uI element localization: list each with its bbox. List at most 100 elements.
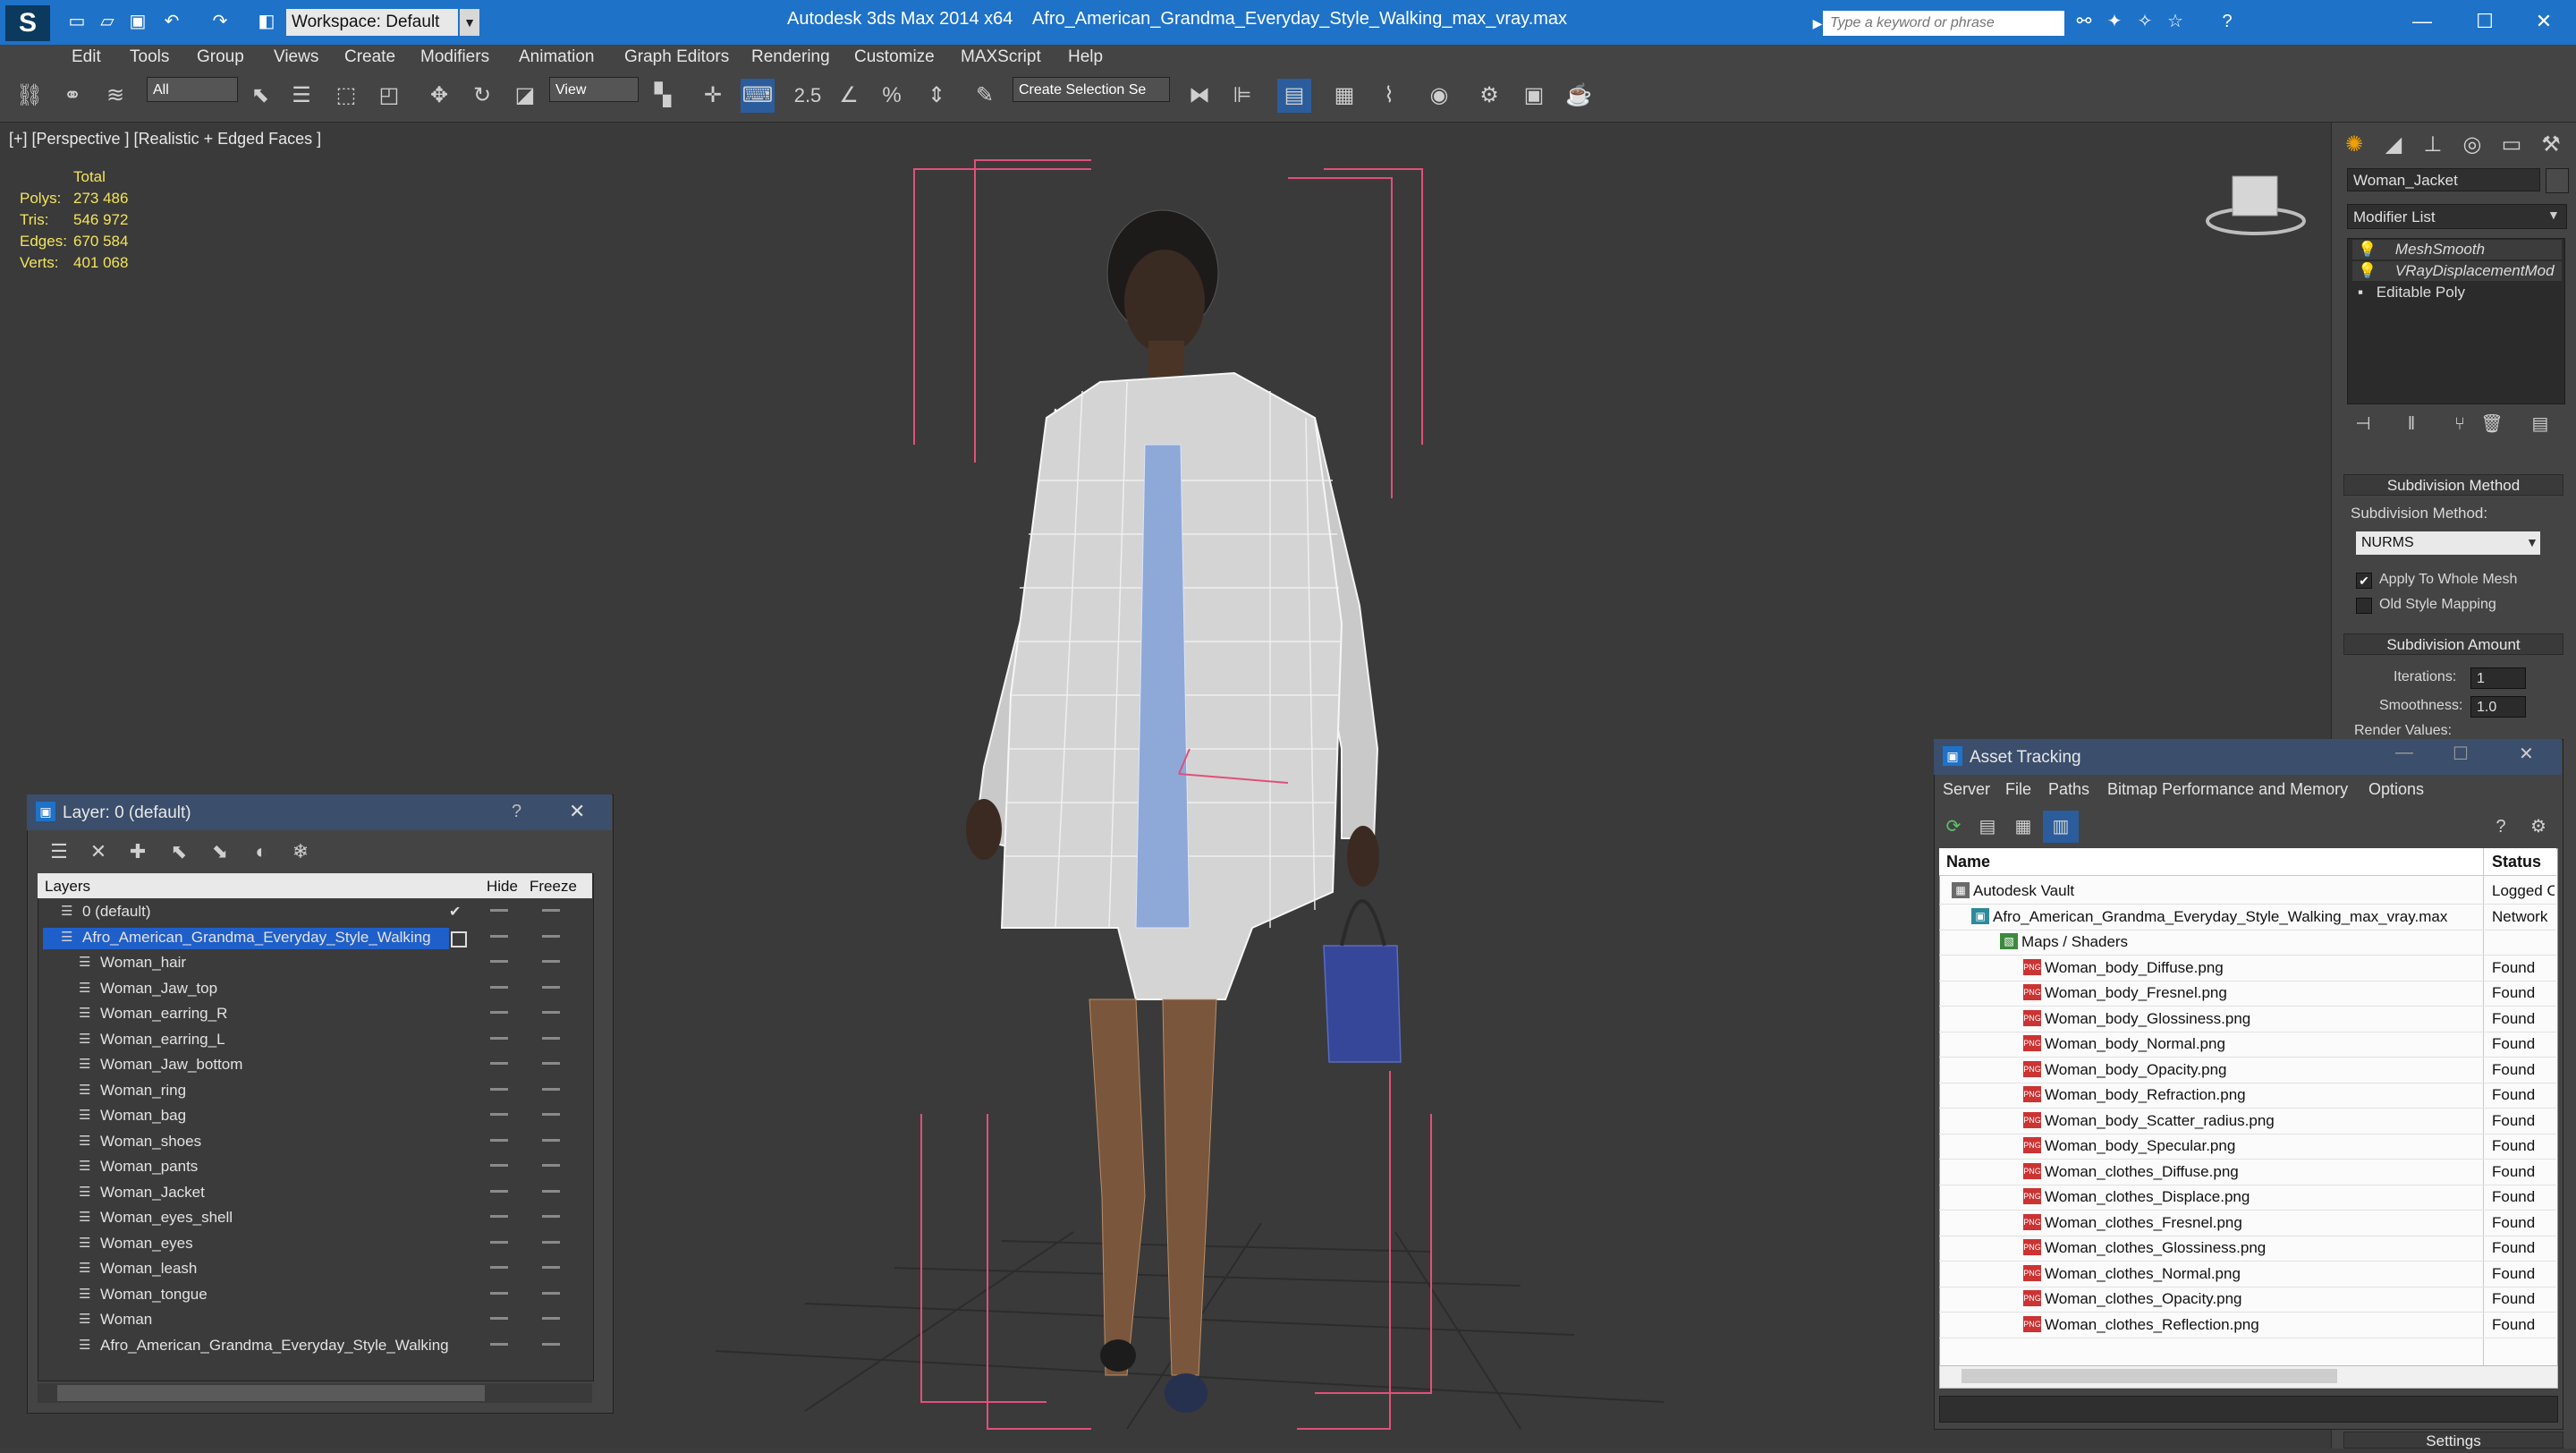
asset-row[interactable]: ▦ Autodesk Vault Logged O: [1939, 879, 2556, 905]
refresh-icon[interactable]: ⟳: [1936, 811, 1971, 843]
subdivision-method-dropdown[interactable]: NURMS: [2356, 531, 2540, 555]
stack-item-vraydisplacement[interactable]: 💡 VRayDisplacementMod: [2352, 261, 2562, 281]
stack-item-editable-poly[interactable]: ▪ Editable Poly: [2352, 283, 2562, 302]
keyboard-shortcut-override-icon[interactable]: ⌨: [741, 79, 775, 113]
settings-rollout[interactable]: Settings: [2343, 1432, 2563, 1449]
asset-menu-server[interactable]: Server: [1943, 780, 1990, 799]
layer-freeze-toggle[interactable]: ▬▬: [542, 1262, 560, 1271]
chevron-down-icon[interactable]: ▼: [2526, 535, 2538, 549]
selection-filter-dropdown[interactable]: All: [147, 77, 238, 102]
layer-hide-toggle[interactable]: ▬▬: [490, 1032, 508, 1042]
select-manipulate-icon[interactable]: ✛: [696, 79, 730, 113]
set-current-layer-box[interactable]: [451, 930, 467, 947]
column-header-hide[interactable]: Hide: [487, 878, 518, 896]
asset-row[interactable]: PNG Woman_clothes_Glossiness.png Found: [1939, 1236, 2556, 1262]
layer-row[interactable]: ☰ Woman_shoes ▬▬ ▬▬: [38, 1130, 592, 1155]
chevron-down-icon[interactable]: ▼: [2547, 208, 2560, 222]
show-end-result-icon[interactable]: ‖: [2394, 408, 2429, 440]
column-header-name[interactable]: Name: [1946, 853, 1990, 871]
table-view-icon[interactable]: ▥: [2043, 811, 2079, 843]
layer-freeze-toggle[interactable]: ▬▬: [542, 981, 560, 991]
layer-freeze-toggle[interactable]: ▬▬: [542, 956, 560, 965]
layer-hide-toggle[interactable]: ▬▬: [490, 1313, 508, 1322]
hierarchy-tab-icon[interactable]: ⊥: [2415, 129, 2451, 161]
reference-coordinate-dropdown[interactable]: View: [549, 77, 639, 102]
menu-create[interactable]: Create: [344, 47, 395, 67]
smoothness-spinner[interactable]: 1.0: [2470, 696, 2526, 718]
layer-row[interactable]: ☰ Woman_Jaw_bottom ▬▬ ▬▬: [38, 1053, 592, 1078]
workspace-dropdown[interactable]: Workspace: Default: [286, 9, 458, 36]
stack-item-meshsmooth[interactable]: 💡 MeshSmooth: [2352, 240, 2562, 259]
render-setup-icon[interactable]: ⚙: [1472, 79, 1506, 113]
menu-group[interactable]: Group: [197, 47, 244, 67]
selection-region-icon[interactable]: ⬚: [329, 79, 363, 113]
asset-menu-file[interactable]: File: [2005, 780, 2031, 799]
layer-row[interactable]: ☰ Woman_leash ▬▬ ▬▬: [38, 1257, 592, 1282]
maximize-icon[interactable]: ☐: [2453, 743, 2469, 765]
layer-row[interactable]: ☰ Woman_Jaw_top ▬▬ ▬▬: [38, 977, 592, 1002]
lightbulb-icon[interactable]: 💡: [2358, 262, 2377, 279]
old-style-mapping-checkbox[interactable]: [2356, 598, 2372, 614]
freeze-all-layers-icon[interactable]: ❄: [283, 836, 318, 868]
graphite-ribbon-icon[interactable]: ▦: [1327, 79, 1361, 113]
utilities-tab-icon[interactable]: ⚒: [2533, 129, 2569, 161]
column-header-status[interactable]: Status: [2492, 853, 2541, 871]
layer-hide-toggle[interactable]: ▬▬: [490, 905, 508, 914]
make-unique-icon[interactable]: ⑂: [2442, 408, 2478, 440]
layer-freeze-toggle[interactable]: ▬▬: [542, 1236, 560, 1246]
scrollbar-thumb[interactable]: [57, 1385, 485, 1401]
menu-rendering[interactable]: Rendering: [751, 47, 830, 67]
object-name-field[interactable]: Woman_Jacket: [2347, 168, 2540, 191]
layer-hide-toggle[interactable]: ▬▬: [490, 981, 508, 991]
create-layer-icon[interactable]: ☰: [41, 836, 77, 868]
named-selection-dropdown[interactable]: Create Selection Se: [1013, 77, 1170, 102]
layer-freeze-toggle[interactable]: ▬▬: [542, 1032, 560, 1042]
menu-maxscript[interactable]: MAXScript: [961, 47, 1041, 67]
layer-hide-toggle[interactable]: ▬▬: [490, 1083, 508, 1093]
asset-row[interactable]: PNG Woman_clothes_Opacity.png Found: [1939, 1287, 2556, 1313]
layer-freeze-toggle[interactable]: ▬▬: [542, 1109, 560, 1118]
render-production-icon[interactable]: ☕: [1562, 79, 1596, 113]
layer-hide-toggle[interactable]: ▬▬: [490, 1134, 508, 1144]
layer-hide-toggle[interactable]: ▬▬: [490, 1338, 508, 1348]
layer-freeze-toggle[interactable]: ▬▬: [542, 905, 560, 914]
asset-row[interactable]: PNG Woman_clothes_Displace.png Found: [1939, 1185, 2556, 1211]
layer-row[interactable]: ☰ Woman_bag ▬▬ ▬▬: [38, 1104, 592, 1129]
redo-icon[interactable]: ↷: [209, 11, 231, 32]
menu-customize[interactable]: Customize: [854, 47, 935, 67]
unlink-icon[interactable]: ⚭: [55, 79, 89, 113]
asset-row[interactable]: PNG Woman_clothes_Reflection.png Found: [1939, 1313, 2556, 1338]
snap-toggle-icon[interactable]: 2.5: [791, 79, 825, 113]
layer-row[interactable]: ☰ Woman_eyes_shell ▬▬ ▬▬: [38, 1206, 592, 1231]
layer-hide-toggle[interactable]: ▬▬: [490, 1236, 508, 1246]
undo-icon[interactable]: ↶: [161, 11, 182, 32]
delete-layer-icon[interactable]: ✕: [80, 836, 116, 868]
iterations-spinner[interactable]: 1: [2470, 667, 2526, 689]
lightbulb-icon[interactable]: 💡: [2358, 241, 2377, 258]
layer-row[interactable]: ☰ 0 (default) ✔ ▬▬ ▬▬: [38, 900, 592, 925]
close-icon[interactable]: ✕: [569, 800, 585, 823]
help-icon[interactable]: ?: [2483, 811, 2519, 843]
move-icon[interactable]: ✥: [422, 79, 456, 113]
layer-horizontal-scrollbar[interactable]: [38, 1383, 592, 1403]
small-icons-view-icon[interactable]: ▦: [2005, 811, 2041, 843]
asset-menu-options[interactable]: Options: [2368, 780, 2424, 799]
expand-icon[interactable]: ▪: [2358, 284, 2363, 301]
highlight-selected-layer-icon[interactable]: ⬊: [202, 836, 238, 868]
menu-tools[interactable]: Tools: [130, 47, 169, 67]
layer-hide-toggle[interactable]: ▬▬: [490, 1058, 508, 1067]
communication-center-icon[interactable]: ✦: [2104, 11, 2125, 32]
maximize-icon[interactable]: ☐: [2458, 4, 2512, 39]
binoculars-icon[interactable]: ⚯: [2073, 11, 2095, 32]
hide-all-layers-icon[interactable]: ◐: [243, 836, 279, 868]
menu-graph-editors[interactable]: Graph Editors: [624, 47, 729, 67]
edit-named-selection-icon[interactable]: ✎: [968, 79, 1002, 113]
asset-row[interactable]: ▣ Afro_American_Grandma_Everyday_Style_Wa…: [1939, 905, 2556, 930]
asset-horizontal-scrollbar[interactable]: [1939, 1365, 2558, 1389]
modify-tab-icon[interactable]: ◢: [2376, 129, 2411, 161]
sign-in-icon[interactable]: ✧: [2134, 11, 2156, 32]
mirror-icon[interactable]: ⧓: [1182, 79, 1216, 113]
material-editor-icon[interactable]: ◉: [1422, 79, 1456, 113]
layer-row[interactable]: ☰ Woman_pants ▬▬ ▬▬: [38, 1155, 592, 1180]
layer-hide-toggle[interactable]: ▬▬: [490, 1160, 508, 1169]
